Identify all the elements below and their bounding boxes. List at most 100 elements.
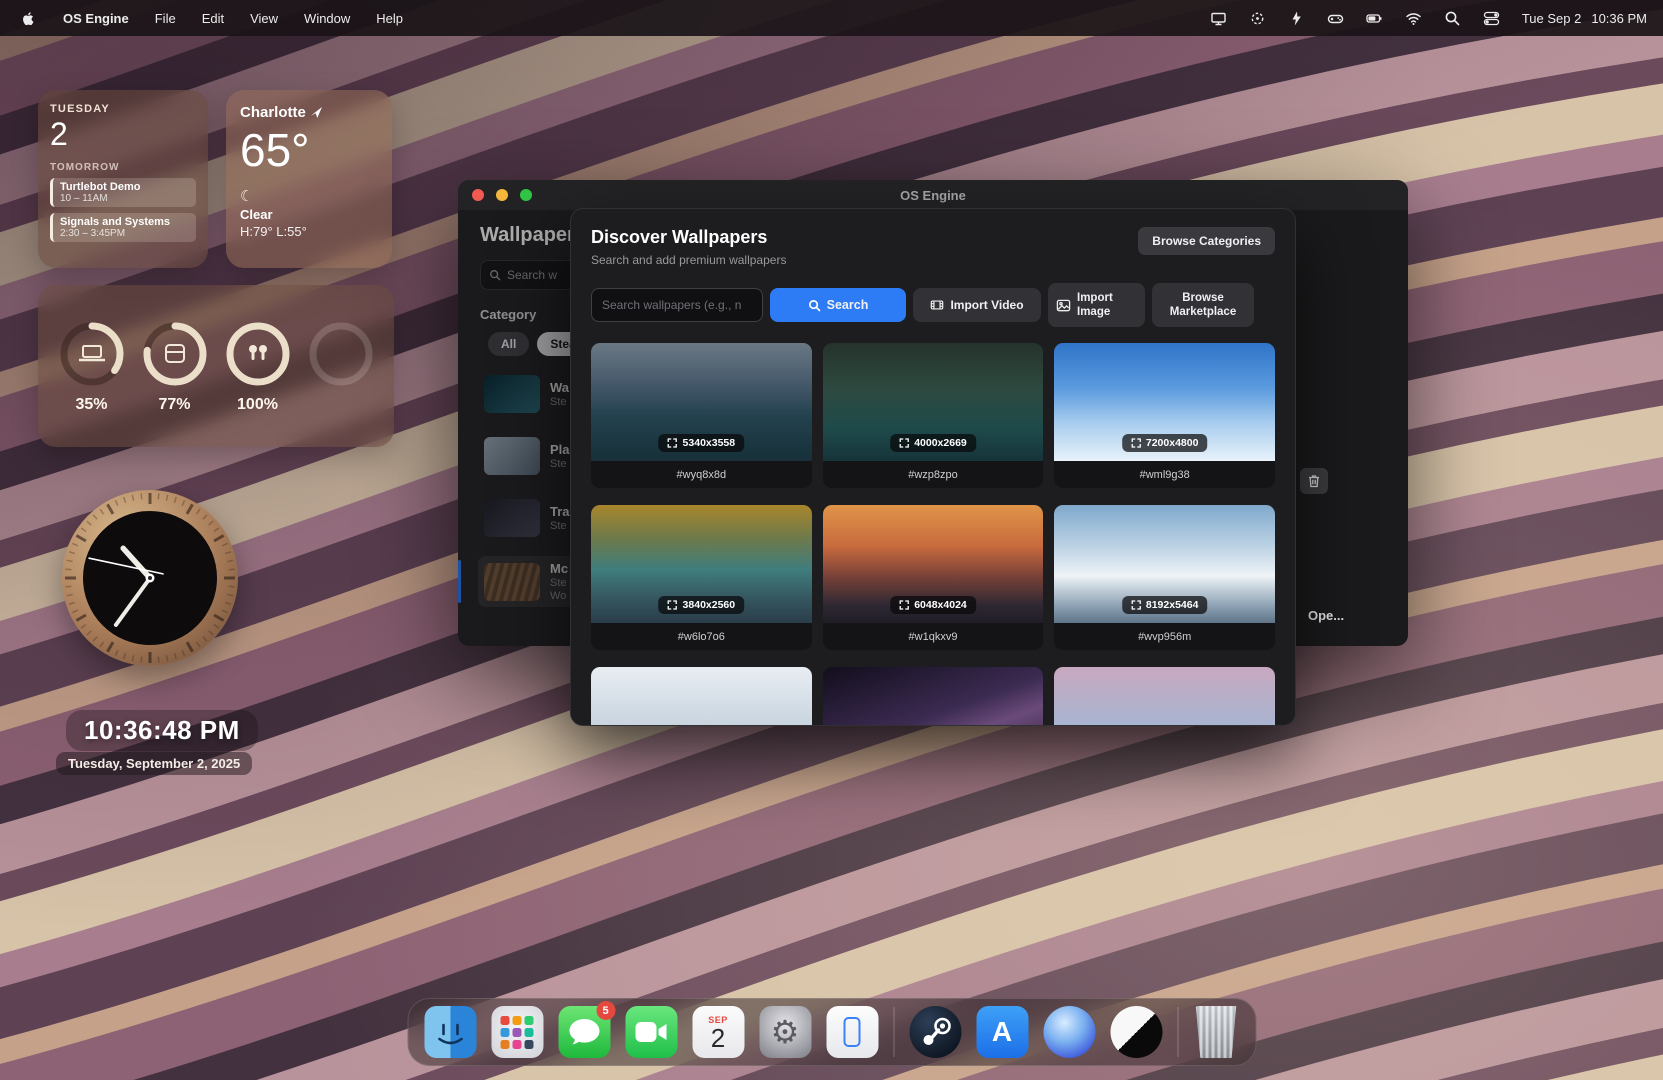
wallpaper-thumbnail[interactable] <box>823 667 1044 726</box>
wallpaper-card-partial[interactable] <box>1054 667 1275 726</box>
wallpaper-card-partial[interactable] <box>823 667 1044 726</box>
weather-high-low: H:79° L:55° <box>240 224 378 239</box>
wallpaper-id: #wyq8x8d <box>591 461 812 488</box>
dock: 5 SEP 2 ⚙ A <box>407 998 1256 1066</box>
battery-percent: 77% <box>158 396 190 414</box>
wallpaper-id: #w1qkxv9 <box>823 623 1044 650</box>
event-title: Signals and Systems <box>60 216 189 228</box>
dock-separator <box>893 1007 894 1057</box>
menu-bar-clock[interactable]: Tue Sep 2 10:36 PM <box>1522 11 1647 26</box>
spotlight-search-icon[interactable] <box>1444 10 1461 27</box>
menu-edit[interactable]: Edit <box>202 11 224 26</box>
messages-icon[interactable]: 5 <box>558 1006 610 1058</box>
wallpaper-card[interactable]: 8192x5464 #wvp956m <box>1054 505 1275 650</box>
resolution-icon <box>668 600 678 610</box>
resolution-icon <box>1131 600 1141 610</box>
menu-bar-app-name[interactable]: OS Engine <box>63 11 129 26</box>
browse-marketplace-button[interactable]: Browse Marketplace <box>1152 283 1254 327</box>
wallpaper-thumbnail[interactable]: 7200x4800 <box>1054 343 1275 461</box>
window-titlebar[interactable]: OS Engine <box>458 180 1408 210</box>
browse-marketplace-label: Browse Marketplace <box>1158 291 1248 320</box>
wallpaper-id: #wzp8zpo <box>823 461 1044 488</box>
launchpad-icon[interactable] <box>491 1006 543 1058</box>
wallpaper-thumbnail[interactable]: 5340x3558 <box>591 343 812 461</box>
modal-controls: Search Import Video Import Image Browse … <box>591 283 1275 327</box>
charging-icon[interactable] <box>1288 10 1305 27</box>
focus-icon[interactable] <box>1249 10 1266 27</box>
clear-night-icon: ☾ <box>240 187 378 205</box>
wallpaper-card-partial[interactable] <box>591 667 812 726</box>
analog-clock-widget[interactable] <box>62 490 238 666</box>
settings-icon[interactable]: ⚙ <box>759 1006 811 1058</box>
wallpaper-thumbnail[interactable]: 4000x2669 <box>823 343 1044 461</box>
open-button[interactable]: Ope... <box>1308 608 1344 623</box>
menu-file[interactable]: File <box>155 11 176 26</box>
delete-wallpaper-button[interactable] <box>1300 468 1328 494</box>
resolution-text: 5340x3558 <box>683 437 736 449</box>
battery-widget[interactable]: 35% 77% 100% <box>38 285 394 447</box>
wallpaper-card[interactable]: 6048x4024 #w1qkxv9 <box>823 505 1044 650</box>
iphone-mirroring-icon[interactable] <box>826 1006 878 1058</box>
desktop: OS Engine File Edit View Window Help <box>0 0 1663 1080</box>
siri-app-icon[interactable] <box>1043 1006 1095 1058</box>
resolution-badge: 4000x2669 <box>890 434 976 452</box>
wallpaper-thumbnail[interactable]: 8192x5464 <box>1054 505 1275 623</box>
trash-icon <box>1307 474 1321 488</box>
display-mirroring-icon[interactable] <box>1210 10 1227 27</box>
battery-percent: 35% <box>75 396 107 414</box>
calendar-event[interactable]: Signals and Systems 2:30 – 3:45PM <box>50 213 196 242</box>
location-arrow-icon <box>311 107 322 118</box>
calendar-app-icon[interactable]: SEP 2 <box>692 1006 744 1058</box>
case-icon <box>166 345 184 362</box>
battery-icon[interactable] <box>1366 10 1383 27</box>
weather-widget[interactable]: Charlotte 65° ☾ Clear H:79° L:55° <box>226 90 392 268</box>
wallpaper-card[interactable]: 4000x2669 #wzp8zpo <box>823 343 1044 488</box>
wallpaper-thumbnail[interactable] <box>591 667 812 726</box>
battery-percent-empty <box>338 396 342 414</box>
menu-view[interactable]: View <box>250 11 278 26</box>
wallpaper-thumbnail[interactable]: 3840x2560 <box>591 505 812 623</box>
import-image-button[interactable]: Import Image <box>1048 283 1145 327</box>
apple-menu-icon[interactable] <box>20 10 37 27</box>
phone-outline-icon <box>844 1017 861 1047</box>
digital-clock[interactable]: 10:36:48 PM <box>66 710 258 751</box>
menu-bar-status: Tue Sep 2 10:36 PM <box>1210 10 1663 27</box>
wallpaper-card[interactable]: 5340x3558 #wyq8x8d <box>591 343 812 488</box>
contrast-app-icon[interactable] <box>1110 1006 1162 1058</box>
browse-categories-button[interactable]: Browse Categories <box>1138 227 1275 255</box>
import-video-button[interactable]: Import Video <box>913 288 1041 322</box>
earbuds-icon <box>249 345 267 360</box>
battery-ring-empty <box>305 318 377 414</box>
resolution-badge: 8192x5464 <box>1122 596 1208 614</box>
calendar-event[interactable]: Turtlebot Demo 10 – 11AM <box>50 178 196 207</box>
battery-ring-earbuds: 100% <box>222 318 294 414</box>
menu-help[interactable]: Help <box>376 11 403 26</box>
wallpaper-thumbnail[interactable]: 6048x4024 <box>823 505 1044 623</box>
menu-bar-left: OS Engine File Edit View Window Help <box>0 10 403 27</box>
game-controller-icon[interactable] <box>1327 10 1344 27</box>
steam-icon[interactable] <box>909 1006 961 1058</box>
resolution-badge: 7200x4800 <box>1122 434 1208 452</box>
resolution-text: 7200x4800 <box>1146 437 1199 449</box>
search-button[interactable]: Search <box>770 288 906 322</box>
resolution-badge: 6048x4024 <box>890 596 976 614</box>
resolution-text: 4000x2669 <box>914 437 967 449</box>
menu-window[interactable]: Window <box>304 11 350 26</box>
digital-date[interactable]: Tuesday, September 2, 2025 <box>56 752 252 775</box>
wallpaper-thumbnail[interactable] <box>1054 667 1275 726</box>
trash-icon[interactable] <box>1193 1006 1239 1058</box>
app-store-icon[interactable]: A <box>976 1006 1028 1058</box>
wallpaper-card[interactable]: 3840x2560 #w6lo7o6 <box>591 505 812 650</box>
finder-icon[interactable] <box>424 1006 476 1058</box>
calendar-widget[interactable]: TUESDAY 2 TOMORROW Turtlebot Demo 10 – 1… <box>38 90 208 268</box>
control-center-icon[interactable] <box>1483 10 1500 27</box>
wallpaper-search-input[interactable] <box>591 288 763 322</box>
resolution-icon <box>1131 438 1141 448</box>
wallpaper-card[interactable]: 7200x4800 #wml9g38 <box>1054 343 1275 488</box>
search-icon <box>808 299 821 312</box>
window-title: OS Engine <box>458 188 1408 203</box>
resolution-badge: 5340x3558 <box>659 434 745 452</box>
import-video-label: Import Video <box>950 298 1023 312</box>
facetime-icon[interactable] <box>625 1006 677 1058</box>
wifi-icon[interactable] <box>1405 10 1422 27</box>
